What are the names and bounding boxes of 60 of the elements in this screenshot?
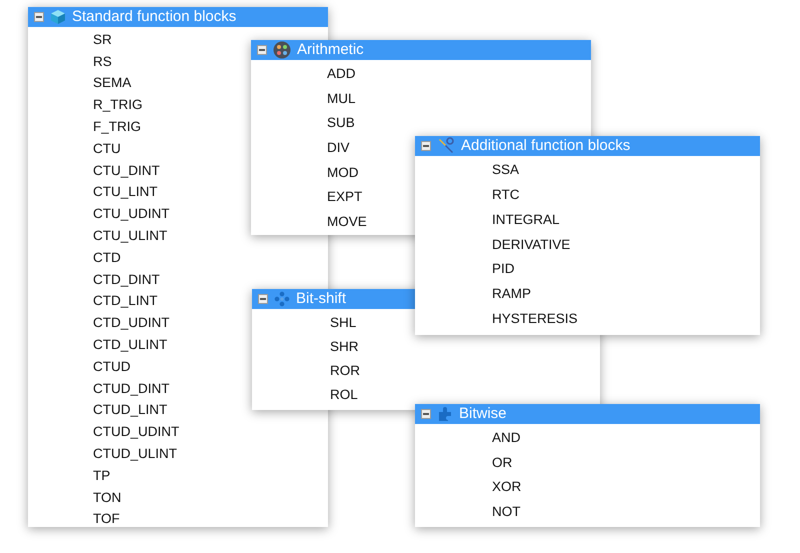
tree-item[interactable]: TOF xyxy=(93,509,120,530)
tree-item[interactable]: XOR xyxy=(492,477,522,498)
puzzle-icon xyxy=(437,406,453,422)
tree-item[interactable]: CTU_ULINT xyxy=(93,226,168,246)
tree-item[interactable]: RS xyxy=(93,52,112,72)
wrench-icon xyxy=(437,137,455,155)
tree-item[interactable]: MOD xyxy=(327,162,358,183)
tree-item[interactable]: TP xyxy=(93,466,110,486)
tree-item[interactable]: CTD_UDINT xyxy=(93,313,170,334)
tree-item[interactable]: CTUD_DINT xyxy=(93,378,170,399)
tree-item[interactable]: SUB xyxy=(327,113,355,134)
collapse-icon[interactable] xyxy=(257,45,267,55)
tree-item[interactable]: OR xyxy=(492,452,512,473)
tree-item[interactable]: NOT xyxy=(492,502,520,522)
tree-item[interactable]: ROL xyxy=(330,384,358,406)
group-title: Bit-shift xyxy=(296,288,346,309)
collapse-icon[interactable] xyxy=(34,12,44,22)
tree-item[interactable]: SEMA xyxy=(93,73,132,94)
tree-item[interactable]: SHR xyxy=(330,336,359,358)
tree-item[interactable]: INTEGRAL xyxy=(492,210,560,230)
tree-item[interactable]: R_TRIG xyxy=(93,95,143,116)
group-title: Bitwise xyxy=(459,404,507,424)
tree-item[interactable]: RAMP xyxy=(492,284,532,304)
tree-item[interactable]: HYSTERESIS xyxy=(492,309,578,330)
tree-item[interactable]: TON xyxy=(93,488,122,508)
tree-item[interactable]: MUL xyxy=(327,88,356,110)
tree-item[interactable]: SHL xyxy=(330,312,356,334)
tree-item[interactable]: CTUD_LINT xyxy=(93,400,168,421)
tree-item[interactable]: PID xyxy=(492,259,515,280)
tree-item[interactable]: CTUD_UDINT xyxy=(93,422,180,442)
dots-icon xyxy=(274,291,290,307)
tree-item[interactable]: ROR xyxy=(330,360,360,382)
tree-item[interactable]: DERIVATIVE xyxy=(492,234,570,255)
tree-item[interactable]: CTD_ULINT xyxy=(93,334,168,356)
tree-item[interactable]: CTD_LINT xyxy=(93,291,158,312)
collapse-icon[interactable] xyxy=(258,294,268,304)
tree-item[interactable]: CTU_DINT xyxy=(93,160,160,181)
tree-item[interactable]: RTC xyxy=(492,185,520,206)
group-title: Arithmetic xyxy=(297,40,364,60)
tree-item[interactable]: CTU_LINT xyxy=(93,182,158,203)
tree-item[interactable]: AND xyxy=(492,428,521,448)
tree-item[interactable]: CTU xyxy=(93,138,121,159)
tree-item[interactable]: CTD_DINT xyxy=(93,270,160,290)
tree-item[interactable]: CTUD_ULINT xyxy=(93,444,178,464)
group-title: Additional function blocks xyxy=(461,136,630,156)
palette-icon xyxy=(273,41,291,59)
tree-item[interactable]: EXPT xyxy=(327,187,362,208)
tree-item[interactable]: F_TRIG xyxy=(93,116,142,138)
group-title: Standard function blocks xyxy=(72,6,236,27)
collapse-icon[interactable] xyxy=(421,409,431,419)
tree-item[interactable]: ADD xyxy=(327,64,356,84)
tree-item[interactable]: SR xyxy=(93,30,112,50)
tree-item[interactable]: DIV xyxy=(327,138,350,158)
tree-item[interactable]: CTD xyxy=(93,248,121,268)
collapse-icon[interactable] xyxy=(421,141,431,151)
tree-item[interactable]: MOVE xyxy=(327,212,367,232)
tree-item[interactable]: CTUD xyxy=(93,356,130,377)
tree-item[interactable]: CTU_UDINT xyxy=(93,204,170,224)
tree-item[interactable]: SSA xyxy=(492,160,520,181)
cube-icon xyxy=(50,9,66,25)
